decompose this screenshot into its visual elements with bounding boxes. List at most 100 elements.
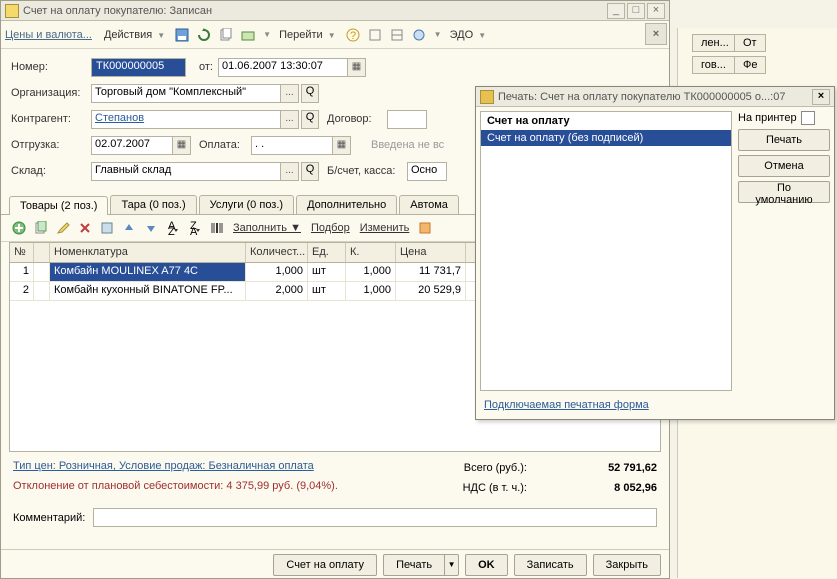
comment-label: Комментарий:: [13, 512, 85, 524]
org-dots-button[interactable]: ...: [281, 84, 299, 103]
vat-value: 8 052,96: [567, 482, 657, 494]
basedon-chev-icon[interactable]: ▼: [263, 30, 271, 39]
edit-icon[interactable]: [53, 218, 73, 238]
print-button[interactable]: Печать: [383, 554, 445, 576]
bg-tab-4: Фе: [734, 56, 766, 74]
sort-desc-icon[interactable]: ZA: [185, 218, 205, 238]
minimize-button[interactable]: _: [607, 3, 625, 19]
toolbar-close-button[interactable]: ×: [645, 23, 667, 45]
dlg-cancel-button[interactable]: Отмена: [738, 155, 830, 177]
gh-item[interactable]: Номенклатура: [50, 243, 246, 262]
comment-input[interactable]: [93, 508, 657, 527]
gh-icon[interactable]: [34, 243, 50, 262]
close-button[interactable]: ×: [647, 3, 665, 19]
price-type-link[interactable]: Тип цен: Розничная, Условие продаж: Безн…: [13, 460, 314, 476]
close-bottom-button[interactable]: Закрыть: [593, 554, 661, 576]
copy-row-icon[interactable]: [31, 218, 51, 238]
pay-label: Оплата:: [199, 139, 251, 151]
dlg-close-button[interactable]: ×: [812, 89, 830, 105]
main-toolbar: Цены и валюта... Действия ▼ ▼ Перейти ▼ …: [1, 21, 669, 49]
sort-asc-icon[interactable]: AZ: [163, 218, 183, 238]
save-button[interactable]: Записать: [514, 554, 587, 576]
gh-qty[interactable]: Количест...: [246, 243, 308, 262]
tab-extra[interactable]: Дополнительно: [296, 195, 397, 214]
pay-picker-button[interactable]: ▦: [333, 136, 351, 155]
contr-input[interactable]: Степанов: [91, 110, 281, 129]
gh-k[interactable]: К.: [346, 243, 396, 262]
gh-unit[interactable]: Ед.: [308, 243, 346, 262]
bg-tab-3: гов...: [692, 56, 735, 74]
to-printer-checkbox[interactable]: [801, 111, 815, 125]
barcode-icon[interactable]: [207, 218, 227, 238]
ship-picker-button[interactable]: ▦: [173, 136, 191, 155]
add-icon[interactable]: [9, 218, 29, 238]
date-input[interactable]: 01.06.2007 13:30:07: [218, 58, 348, 77]
ok-button[interactable]: OK: [465, 554, 508, 576]
gh-price[interactable]: Цена: [396, 243, 466, 262]
actions-menu[interactable]: Действия ▼: [100, 27, 169, 43]
dlg-print-button[interactable]: Печать: [738, 129, 830, 151]
change-link[interactable]: Изменить: [360, 222, 410, 234]
help-icon[interactable]: ?: [344, 26, 362, 44]
from-label: от:: [194, 61, 218, 73]
basedon-icon[interactable]: [239, 26, 257, 44]
dogovor-label: Договор:: [327, 113, 387, 125]
edo-menu[interactable]: ЭДО ▼: [446, 27, 491, 43]
sklad-open-button[interactable]: Q: [301, 162, 319, 181]
org-input[interactable]: Торговый дом "Комплексный": [91, 84, 281, 103]
table-icon[interactable]: [97, 218, 117, 238]
gh-num[interactable]: №: [10, 243, 34, 262]
tab-goods[interactable]: Товары (2 поз.): [9, 196, 108, 215]
titlebar-text: Счет на оплату покупателю: Записан: [23, 5, 605, 17]
number-input[interactable]: ТК000000005: [91, 58, 186, 77]
delete-icon[interactable]: [75, 218, 95, 238]
print-chev-button[interactable]: ▼: [445, 554, 459, 576]
dlg-footer-link[interactable]: Подключаемая печатная форма: [476, 395, 834, 419]
dlg-titlebar: Печать: Счет на оплату покупателю ТК0000…: [476, 87, 834, 107]
contr-dots-button[interactable]: ...: [281, 110, 299, 129]
org-label: Организация:: [11, 87, 91, 99]
number-label: Номер:: [11, 61, 91, 73]
total-label: Всего (руб.):: [464, 462, 527, 474]
tab-auto[interactable]: Автома: [399, 195, 459, 214]
sklad-label: Склад:: [11, 165, 91, 177]
goto-menu[interactable]: Перейти ▼: [275, 27, 340, 43]
date-picker-button[interactable]: ▦: [348, 58, 366, 77]
dogovor-input[interactable]: [387, 110, 427, 129]
maximize-button[interactable]: □: [627, 3, 645, 19]
pay-input[interactable]: . .: [251, 136, 333, 155]
tool-icon-3[interactable]: [410, 26, 428, 44]
prices-link[interactable]: Цены и валюта...: [5, 29, 92, 41]
movedown-icon[interactable]: [141, 218, 161, 238]
invoice-button[interactable]: Счет на оплату: [273, 554, 377, 576]
grid-extra-icon[interactable]: [415, 218, 435, 238]
contr-open-button[interactable]: Q: [301, 110, 319, 129]
tool3-chev-icon[interactable]: ▼: [434, 30, 442, 39]
tool-icon-1[interactable]: [366, 26, 384, 44]
total-value: 52 791,62: [567, 462, 657, 474]
sklad-dots-button[interactable]: ...: [281, 162, 299, 181]
tool-icon-2[interactable]: [388, 26, 406, 44]
print-list-header: Счет на оплату: [481, 112, 731, 130]
refresh-icon[interactable]: [195, 26, 213, 44]
bottom-bar: Счет на оплату Печать ▼ OK Записать Закр…: [1, 549, 669, 579]
print-list[interactable]: Счет на оплату Счет на оплату (без подпи…: [480, 111, 732, 391]
dlg-side: На принтер Печать Отмена По умолчанию: [738, 111, 830, 391]
ship-input[interactable]: 02.07.2007: [91, 136, 173, 155]
org-open-button[interactable]: Q: [301, 84, 319, 103]
copy-icon[interactable]: [217, 26, 235, 44]
tab-tara[interactable]: Тара (0 поз.): [110, 195, 196, 214]
print-icon: [480, 90, 494, 104]
ship-label: Отгрузка:: [11, 139, 91, 151]
save-icon[interactable]: [173, 26, 191, 44]
moveup-icon[interactable]: [119, 218, 139, 238]
bank-input[interactable]: Осно: [407, 162, 447, 181]
tab-uslugi[interactable]: Услуги (0 поз.): [199, 195, 294, 214]
contr-label: Контрагент:: [11, 113, 91, 125]
fill-link[interactable]: Заполнить ▼: [233, 222, 301, 234]
dlg-default-button[interactable]: По умолчанию: [738, 181, 830, 203]
sklad-input[interactable]: Главный склад: [91, 162, 281, 181]
vat-label: НДС (в т. ч.):: [463, 482, 527, 494]
select-link[interactable]: Подбор: [311, 222, 350, 234]
print-list-item[interactable]: Счет на оплату (без подписей): [481, 130, 731, 146]
